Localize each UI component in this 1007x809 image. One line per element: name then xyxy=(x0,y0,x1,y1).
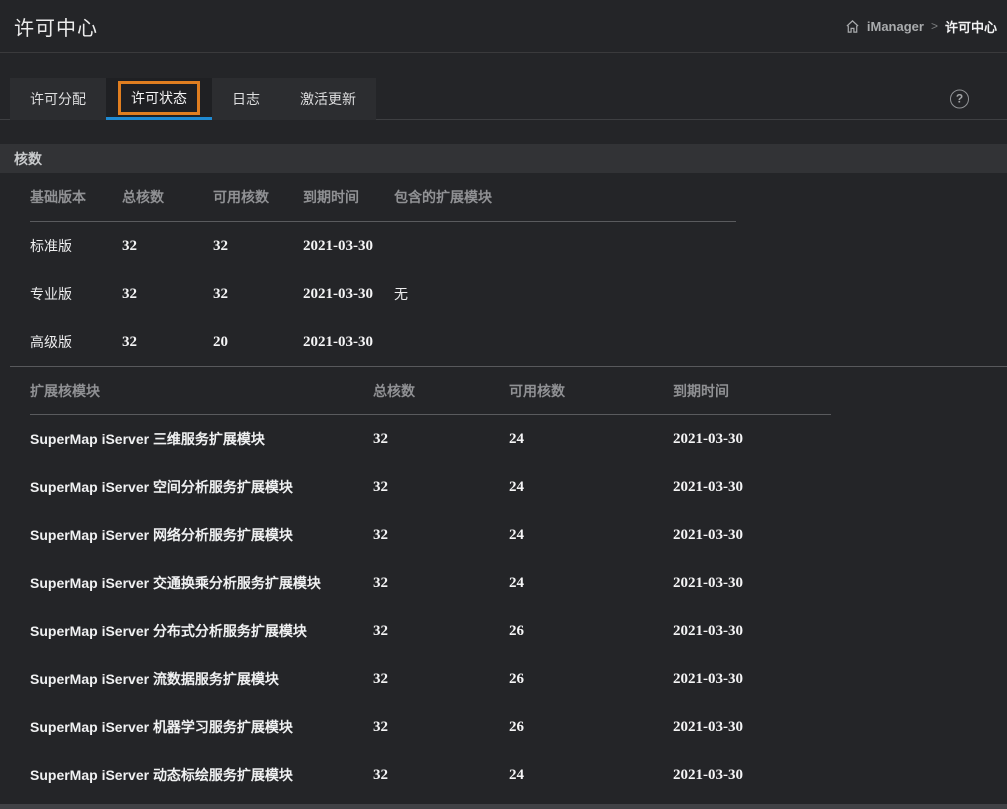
table-row: SuperMap iServer 机器学习服务扩展模块 32 26 2021-0… xyxy=(30,703,831,751)
cell-available-cores: 24 xyxy=(509,575,673,592)
help-glyph: ? xyxy=(956,92,963,106)
tab-label: 日志 xyxy=(232,89,260,109)
cell-module-name: SuperMap iServer 分布式分析服务扩展模块 xyxy=(30,621,373,641)
section-header-cores: 核数 xyxy=(0,144,1007,173)
table-row: 高级版 32 20 2021-03-30 xyxy=(30,318,736,366)
cell-available-cores: 32 xyxy=(213,286,303,303)
page-title: 许可中心 xyxy=(14,12,98,41)
cell-total-cores: 32 xyxy=(373,527,509,544)
tab-license-allocation[interactable]: 许可分配 xyxy=(10,78,106,120)
tab-logs[interactable]: 日志 xyxy=(212,78,280,120)
cell-module-name: SuperMap iServer 空间分析服务扩展模块 xyxy=(30,477,373,497)
col-header-extension-module: 扩展核模块 xyxy=(30,381,373,401)
cell-edition: 标准版 xyxy=(30,236,122,256)
table-row: SuperMap iServer 流数据服务扩展模块 32 26 2021-03… xyxy=(30,655,831,703)
tab-label: 激活更新 xyxy=(300,89,356,109)
home-icon[interactable] xyxy=(845,19,860,34)
cell-total-cores: 32 xyxy=(373,719,509,736)
col-header-base-edition: 基础版本 xyxy=(30,187,122,207)
cell-expiry: 2021-03-30 xyxy=(673,767,831,784)
table-row: 专业版 32 32 2021-03-30 无 xyxy=(30,270,736,318)
table-row: SuperMap iServer 空间分析服务扩展模块 32 24 2021-0… xyxy=(30,463,831,511)
tab-license-status[interactable]: 许可状态 xyxy=(106,78,212,120)
cell-total-cores: 32 xyxy=(373,671,509,688)
cell-total-cores: 32 xyxy=(373,767,509,784)
col-header-available-cores: 可用核数 xyxy=(509,381,673,401)
cell-available-cores: 24 xyxy=(509,527,673,544)
cell-module-name: SuperMap iServer 机器学习服务扩展模块 xyxy=(30,717,373,737)
col-header-expiry: 到期时间 xyxy=(673,381,831,401)
tab-label: 许可状态 xyxy=(118,81,200,115)
cell-module-name: SuperMap iServer 交通换乘分析服务扩展模块 xyxy=(30,573,373,593)
cell-module-name: SuperMap iServer 网络分析服务扩展模块 xyxy=(30,525,373,545)
cell-expiry: 2021-03-30 xyxy=(673,479,831,496)
tab-bar: 许可分配 许可状态 日志 激活更新 ? xyxy=(0,78,1007,120)
tab-activation-update[interactable]: 激活更新 xyxy=(280,78,376,120)
cell-available-cores: 26 xyxy=(509,623,673,640)
cell-available-cores: 20 xyxy=(213,334,303,351)
breadcrumb-separator: > xyxy=(931,19,938,33)
cell-expiry: 2021-03-30 xyxy=(303,238,394,255)
table-row: SuperMap iServer 动态标绘服务扩展模块 32 24 2021-0… xyxy=(30,751,831,799)
cell-available-cores: 26 xyxy=(509,719,673,736)
cell-expiry: 2021-03-30 xyxy=(673,575,831,592)
cell-available-cores: 24 xyxy=(509,767,673,784)
col-header-included-modules: 包含的扩展模块 xyxy=(394,187,736,207)
table-row: SuperMap iServer 网络分析服务扩展模块 32 24 2021-0… xyxy=(30,511,831,559)
cell-expiry: 2021-03-30 xyxy=(303,334,394,351)
cell-module-name: SuperMap iServer 三维服务扩展模块 xyxy=(30,429,373,449)
col-header-total-cores: 总核数 xyxy=(122,187,213,207)
cell-expiry: 2021-03-30 xyxy=(673,671,831,688)
cell-total-cores: 32 xyxy=(373,575,509,592)
cell-expiry: 2021-03-30 xyxy=(303,286,394,303)
cell-total-cores: 32 xyxy=(373,623,509,640)
page-header: 许可中心 iManager > 许可中心 xyxy=(0,0,1007,53)
breadcrumb-item-imanager[interactable]: iManager xyxy=(867,19,924,34)
cell-total-cores: 32 xyxy=(122,286,213,303)
base-edition-table: 基础版本 总核数 可用核数 到期时间 包含的扩展模块 标准版 32 32 202… xyxy=(30,173,736,366)
table-header-row: 基础版本 总核数 可用核数 到期时间 包含的扩展模块 xyxy=(30,173,736,222)
cell-edition: 高级版 xyxy=(30,332,122,352)
tab-label: 许可分配 xyxy=(30,89,86,109)
col-header-total-cores: 总核数 xyxy=(373,381,509,401)
cell-included-modules: 无 xyxy=(394,284,736,304)
help-icon[interactable]: ? xyxy=(950,89,969,108)
cell-available-cores: 24 xyxy=(509,431,673,448)
col-header-expiry: 到期时间 xyxy=(303,187,394,207)
table-row: SuperMap iServer 交通换乘分析服务扩展模块 32 24 2021… xyxy=(30,559,831,607)
cell-expiry: 2021-03-30 xyxy=(673,719,831,736)
col-header-available-cores: 可用核数 xyxy=(213,187,303,207)
table-row: SuperMap iServer 分布式分析服务扩展模块 32 26 2021-… xyxy=(30,607,831,655)
breadcrumb-item-license-center: 许可中心 xyxy=(945,17,997,36)
cell-total-cores: 32 xyxy=(122,238,213,255)
section-title: 核数 xyxy=(14,149,42,169)
cell-available-cores: 24 xyxy=(509,479,673,496)
cell-expiry: 2021-03-30 xyxy=(673,527,831,544)
cell-module-name: SuperMap iServer 流数据服务扩展模块 xyxy=(30,669,373,689)
table-row: SuperMap iServer 三维服务扩展模块 32 24 2021-03-… xyxy=(30,415,831,463)
cell-total-cores: 32 xyxy=(373,479,509,496)
table-header-row: 扩展核模块 总核数 可用核数 到期时间 xyxy=(30,367,831,415)
cell-edition: 专业版 xyxy=(30,284,122,304)
cell-available-cores: 32 xyxy=(213,238,303,255)
cell-available-cores: 26 xyxy=(509,671,673,688)
cell-expiry: 2021-03-30 xyxy=(673,431,831,448)
bottom-scroll-strip[interactable] xyxy=(0,804,1007,809)
cell-expiry: 2021-03-30 xyxy=(673,623,831,640)
extension-module-table: 扩展核模块 总核数 可用核数 到期时间 SuperMap iServer 三维服… xyxy=(30,367,831,799)
breadcrumb: iManager > 许可中心 xyxy=(845,17,997,36)
table-row: 标准版 32 32 2021-03-30 xyxy=(30,222,736,270)
cell-total-cores: 32 xyxy=(122,334,213,351)
cell-module-name: SuperMap iServer 动态标绘服务扩展模块 xyxy=(30,765,373,785)
cell-total-cores: 32 xyxy=(373,431,509,448)
